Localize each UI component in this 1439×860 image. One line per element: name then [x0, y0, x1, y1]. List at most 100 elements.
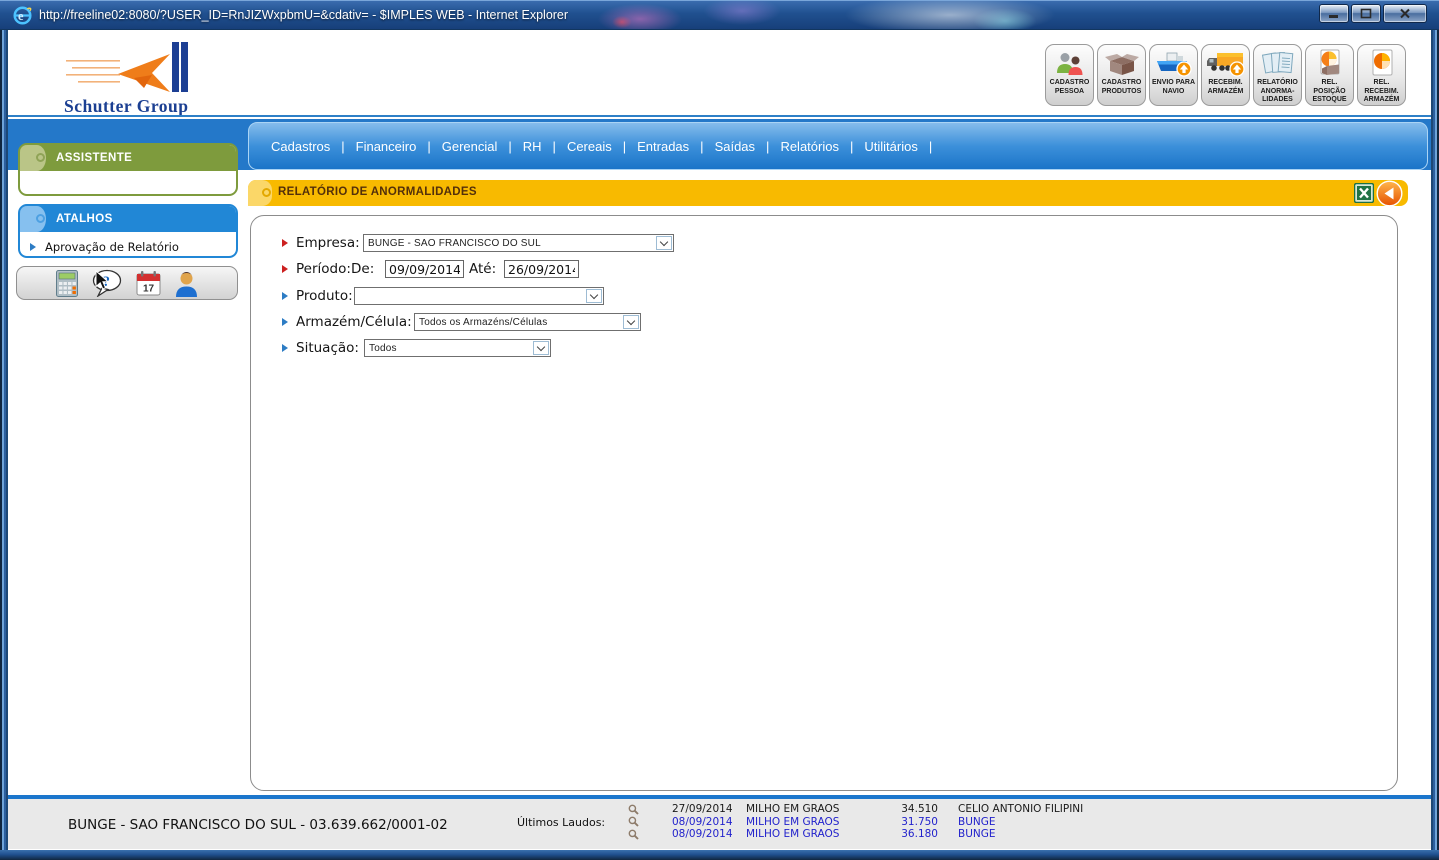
atalhos-panel: ATALHOS Aprovação de Relatório: [18, 204, 238, 258]
toolbar-button-label: CADASTRO PRODUTOS: [1102, 79, 1142, 97]
svg-text:?: ?: [102, 274, 110, 290]
menu-item-label: Entradas: [637, 139, 689, 154]
menu-item[interactable]: Financeiro |: [356, 139, 442, 154]
laudo-row[interactable]: 27/09/2014 MILHO EM GRAOS 34.510 CELIO A…: [628, 803, 1083, 816]
window-frame-bottom: [0, 850, 1439, 860]
header-divider: [8, 115, 1431, 117]
chevron-down-icon[interactable]: [533, 341, 549, 355]
close-icon: [1399, 8, 1411, 19]
window-frame-right: [1431, 30, 1439, 850]
menu-items: Cadastros | Financeiro | Gerencial |: [271, 139, 943, 154]
armazem-select[interactable]: Todos os Armazéns/Células: [414, 313, 641, 331]
toolbar-button-label: ENVIO PARA NAVIO: [1152, 79, 1195, 97]
produto-select[interactable]: [354, 287, 604, 305]
bullet-icon: [282, 239, 288, 247]
window-frame-left: [0, 30, 8, 850]
export-excel-button[interactable]: [1354, 183, 1374, 208]
magnifier-icon[interactable]: [628, 804, 640, 815]
pie-doc-icon: [1365, 48, 1399, 79]
calendar-icon[interactable]: 17: [136, 270, 161, 297]
cadastro-pessoa-button[interactable]: CADASTRO PESSOA: [1045, 44, 1094, 106]
user-icon[interactable]: [174, 270, 199, 297]
chevron-down-icon[interactable]: [623, 315, 639, 329]
page-title-bar: RELATÓRIO DE ANORMALIDADES: [248, 180, 1408, 206]
bullet-icon: [282, 265, 288, 273]
periodo-de-input[interactable]: [385, 260, 464, 278]
calendar-day: 17: [143, 283, 155, 294]
menu-item-label: Utilitários: [864, 139, 917, 154]
window-title: http://freeline02:8080/?USER_ID=RnJIZWxp…: [39, 8, 568, 22]
laudo-name: BUNGE: [958, 828, 996, 840]
magnifier-icon[interactable]: [628, 816, 640, 827]
calculator-icon[interactable]: [56, 270, 78, 297]
laudo-product: MILHO EM GRAOS: [746, 816, 866, 828]
magnifier-icon[interactable]: [628, 829, 640, 840]
maximize-button[interactable]: [1351, 4, 1381, 23]
empresa-select[interactable]: BUNGE - SAO FRANCISCO DO SUL: [363, 234, 674, 252]
back-button[interactable]: [1376, 180, 1403, 212]
recebimento-armazem-button[interactable]: RECEBIM. ARMAZÉM: [1201, 44, 1250, 106]
menu-item[interactable]: Saídas |: [715, 139, 781, 154]
toolbar-button-label: RELATÓRIO ANORMA- LIDADES: [1257, 79, 1298, 105]
laudo-date: 08/09/2014: [672, 816, 742, 828]
sidebar-icon-tray: ? 17: [16, 266, 238, 300]
page-title: RELATÓRIO DE ANORMALIDADES: [278, 186, 477, 198]
chevron-down-icon[interactable]: [656, 236, 672, 250]
laudos-list: 27/09/2014 MILHO EM GRAOS 34.510 CELIO A…: [628, 803, 1083, 841]
menu-item[interactable]: Gerencial |: [442, 139, 523, 154]
close-button[interactable]: [1383, 4, 1427, 23]
ultimos-laudos-label: Últimos Laudos:: [517, 816, 605, 829]
sidebar-item-aprovacao-relatorio[interactable]: Aprovação de Relatório: [30, 240, 236, 254]
rel-posicao-estoque-button[interactable]: REL. POSIÇÃO ESTOQUE: [1305, 44, 1354, 106]
laudo-value: 31.750: [866, 816, 938, 828]
products-box-icon: [1104, 48, 1140, 79]
help-icon[interactable]: ?: [91, 269, 123, 297]
situacao-selected-value: Todos: [369, 343, 397, 354]
menu-item[interactable]: RH |: [523, 139, 567, 154]
laudo-date: 27/09/2014: [672, 803, 742, 815]
arrow-right-icon: [30, 243, 36, 251]
page-content: Schutter Group CADASTRO PESSOA: [8, 30, 1431, 850]
menu-separator: |: [553, 139, 556, 154]
schutter-logo: Schutter Group: [60, 40, 210, 121]
form-row-empresa: Empresa: BUNGE - SAO FRANCISCO DO SUL: [251, 234, 1397, 252]
menu-separator: |: [623, 139, 626, 154]
menu-item[interactable]: Relatórios |: [780, 139, 864, 154]
pie-box-icon: [1313, 48, 1347, 79]
menu-item[interactable]: Utilitários |: [864, 139, 943, 154]
people-icon: [1053, 48, 1087, 79]
armazem-selected-value: Todos os Armazéns/Células: [419, 317, 547, 328]
relatorio-anormalidades-button[interactable]: RELATÓRIO ANORMA- LIDADES: [1253, 44, 1302, 106]
chevron-down-icon[interactable]: [586, 289, 602, 303]
periodo-ate-input[interactable]: [504, 260, 579, 278]
assistente-title: ASSISTENTE: [56, 152, 132, 164]
menu-separator: |: [427, 139, 430, 154]
toolbar-button-label: REL. RECEBIM. ARMAZÉM: [1358, 79, 1405, 105]
laudo-name: CELIO ANTONIO FILIPINI: [958, 803, 1083, 815]
laudo-row[interactable]: 08/09/2014 MILHO EM GRAOS 36.180 BUNGE: [628, 828, 1083, 841]
menu-item[interactable]: Cereais |: [567, 139, 637, 154]
menu-item-label: Cereais: [567, 139, 612, 154]
documents-icon: [1261, 48, 1295, 79]
situacao-select[interactable]: Todos: [364, 339, 551, 357]
menu-item[interactable]: Cadastros |: [271, 139, 356, 154]
report-form-panel: Empresa: BUNGE - SAO FRANCISCO DO SUL Pe…: [250, 215, 1398, 791]
empresa-selected-value: BUNGE - SAO FRANCISCO DO SUL: [368, 238, 541, 249]
assistente-header[interactable]: ASSISTENTE: [20, 145, 236, 171]
atalhos-header[interactable]: ATALHOS: [20, 206, 236, 232]
minimize-icon: [1328, 9, 1340, 19]
shortcut-label: Aprovação de Relatório: [45, 240, 179, 254]
ring-icon: [36, 153, 45, 162]
laudo-value: 34.510: [866, 803, 938, 815]
cadastro-produtos-button[interactable]: CADASTRO PRODUTOS: [1097, 44, 1146, 106]
menu-separator: |: [929, 139, 932, 154]
menu-item[interactable]: Entradas |: [637, 139, 714, 154]
rel-recebimento-armazem-button[interactable]: REL. RECEBIM. ARMAZÉM: [1357, 44, 1406, 106]
envio-para-navio-button[interactable]: ENVIO PARA NAVIO: [1149, 44, 1198, 106]
form-row-armazem: Armazém/Célula: Todos os Armazéns/Célula…: [251, 313, 1397, 331]
form-row-situacao: Situação: Todos: [251, 339, 1397, 357]
laudo-row[interactable]: 08/09/2014 MILHO EM GRAOS 31.750 BUNGE: [628, 816, 1083, 829]
maximize-icon: [1360, 8, 1372, 19]
minimize-button[interactable]: [1319, 4, 1349, 23]
app-header: Schutter Group CADASTRO PESSOA: [8, 30, 1431, 115]
